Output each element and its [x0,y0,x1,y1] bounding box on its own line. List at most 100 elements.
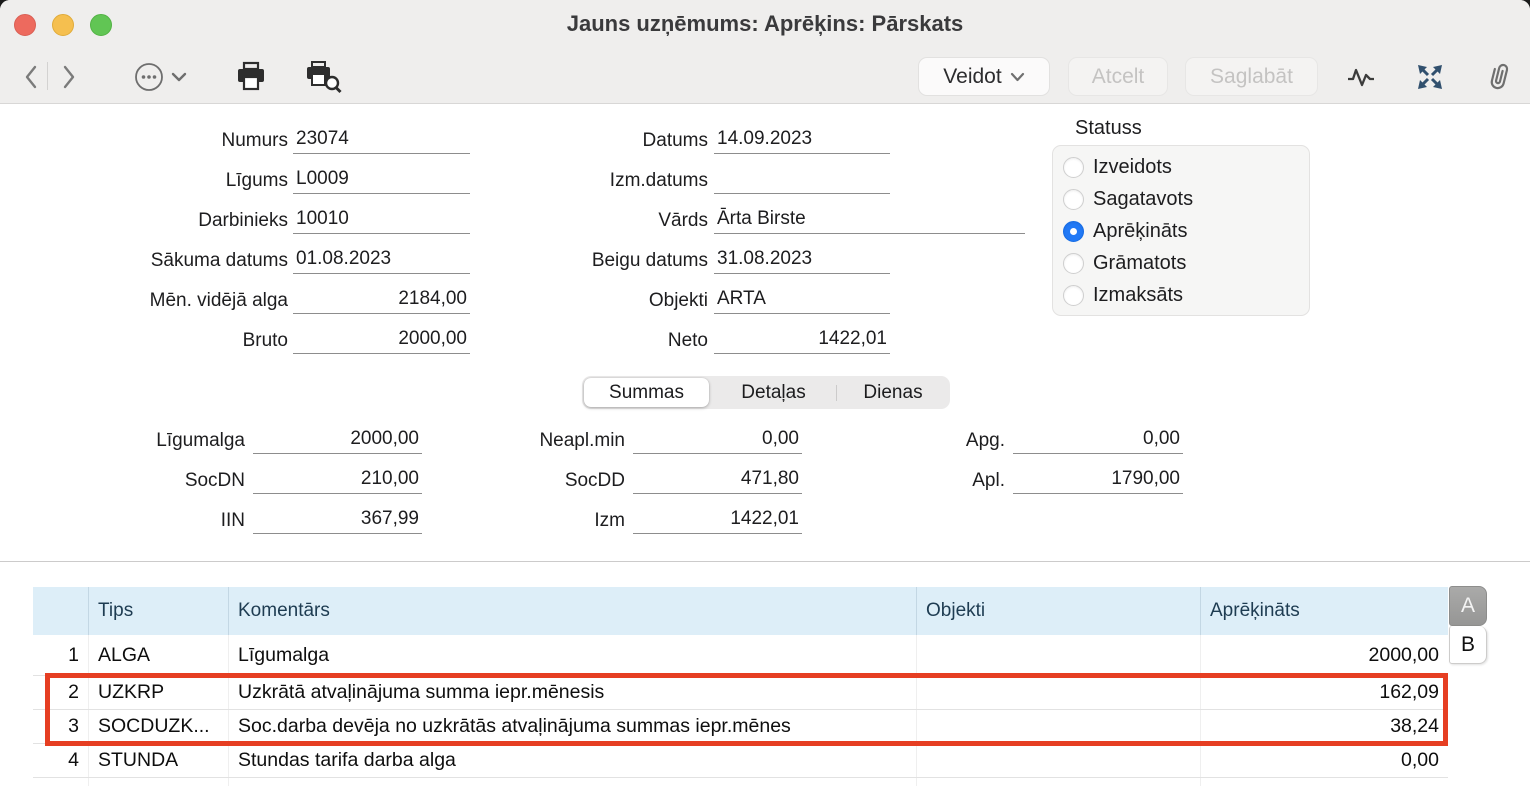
field-label-apl: Apl. [855,470,1005,494]
cell-aprekinats[interactable]: 0,00 [1200,744,1448,777]
tab-dienas[interactable]: Dienas [837,378,949,407]
status-option-sagatavots[interactable]: Sagatavots [1063,187,1193,211]
status-option-aprekinats[interactable]: Aprēķināts [1063,219,1188,243]
table-header-row: Tips Komentārs Objekti Aprēķināts [33,587,1448,635]
table-row[interactable]: 1 ALGA Līgumalga 2000,00 [33,635,1448,676]
row-number [33,778,88,786]
flip-tab-a[interactable]: A [1449,586,1487,626]
attachments-button[interactable] [1482,58,1514,96]
print-preview-button[interactable] [302,58,344,96]
expand-button[interactable] [1414,58,1446,96]
cell-aprekinats[interactable]: 2000,00 [1200,635,1448,675]
table-row-highlighted[interactable]: 3 SOCDUZK... Soc.darba devēja no uzkrātā… [33,710,1448,744]
section-separator [0,561,1530,562]
cell-objekti[interactable] [916,635,1200,675]
objekti-field[interactable]: ARTA [714,288,890,314]
header-objekti: Objekti [916,587,1200,635]
printer-icon [235,61,267,93]
radio-label: Aprēķināts [1093,220,1188,243]
cell-komentars[interactable]: Uzkrātā atvaļinājuma summa iepr.mēnesis [228,676,916,709]
field-label-socdd: SocDD [475,470,625,494]
cell-aprekinats[interactable]: 162,09 [1200,676,1448,709]
header-tips: Tips [88,587,228,635]
field-label-beigu-datums: Beigu datums [476,250,708,274]
tab-detalas[interactable]: Detaļas [711,378,836,407]
neto-field[interactable]: 1422,01 [714,328,890,354]
forward-button[interactable] [56,58,82,96]
activity-button[interactable] [1345,58,1377,96]
titlebar: Jauns uzņēmums: Aprēķins: Pārskats [0,0,1530,104]
create-button[interactable]: Veidot [918,57,1050,96]
cell-objekti[interactable] [916,778,1200,786]
apl-field[interactable]: 1790,00 [1013,468,1183,494]
save-button[interactable]: Saglabāt [1185,57,1318,96]
cell-komentars[interactable] [228,778,916,786]
back-button[interactable] [18,58,44,96]
flip-tab-b[interactable]: B [1449,626,1487,664]
row-number: 3 [33,710,88,743]
save-button-label: Saglabāt [1210,65,1293,89]
neapl-min-field[interactable]: 0,00 [633,428,802,454]
table-row[interactable]: 4 STUNDA Stundas tarifa darba alga 0,00 [33,744,1448,778]
field-label-objekti: Objekti [476,290,708,314]
field-label-ligumalga: Līgumalga [95,430,245,454]
window-title: Jauns uzņēmums: Aprēķins: Pārskats [0,11,1530,37]
record-menu-button[interactable] [132,58,194,96]
radio-aprekinats-selected[interactable] [1063,221,1084,242]
cell-tips[interactable]: UZKRP [88,676,228,709]
cell-objekti[interactable] [916,744,1200,777]
field-label-sakuma-datums: Sākuma datums [56,250,288,274]
print-button[interactable] [234,58,268,96]
iin-field[interactable]: 367,99 [253,508,422,534]
cell-tips[interactable]: SOCDUZK... [88,710,228,743]
status-option-gramatots[interactable]: Grāmatots [1063,251,1186,275]
back-chevron-icon [23,64,39,90]
field-label-apg: Apg. [855,430,1005,454]
socdn-field[interactable]: 210,00 [253,468,422,494]
men-videja-alga-field[interactable]: 2184,00 [293,288,470,314]
sakuma-datums-field[interactable]: 01.08.2023 [293,248,470,274]
vards-field[interactable]: Ārta Birste [714,208,1025,234]
radio-label: Sagatavots [1093,188,1193,211]
radio-sagatavots[interactable] [1063,189,1084,210]
status-option-izmaksats[interactable]: Izmaksāts [1063,283,1183,307]
cell-komentars[interactable]: Stundas tarifa darba alga [228,744,916,777]
cell-objekti[interactable] [916,676,1200,709]
cell-aprekinats[interactable] [1200,778,1448,786]
izm-field[interactable]: 1422,01 [633,508,802,534]
cell-komentars[interactable]: Līgumalga [228,635,916,675]
izm-datums-field[interactable] [714,168,890,194]
field-label-bruto: Bruto [56,330,288,354]
datums-field[interactable]: 14.09.2023 [714,128,890,154]
field-label-ligums: Līgums [56,170,288,194]
field-label-men-videja-alga: Mēn. vidējā alga [56,290,288,314]
bruto-field[interactable]: 2000,00 [293,328,470,354]
cancel-button-label: Atcelt [1092,65,1145,89]
cell-aprekinats[interactable]: 38,24 [1200,710,1448,743]
tab-summas[interactable]: Summas [584,378,709,407]
numurs-field[interactable]: 23074 [293,128,470,154]
toolbar-divider [47,62,48,90]
ligumalga-field[interactable]: 2000,00 [253,428,422,454]
ligums-field[interactable]: L0009 [293,168,470,194]
paperclip-icon [1484,61,1512,93]
cell-komentars[interactable]: Soc.darba devēja no uzkrātās atvaļinājum… [228,710,916,743]
cancel-button[interactable]: Atcelt [1068,57,1168,96]
field-label-darbinieks: Darbinieks [56,210,288,234]
radio-gramatots[interactable] [1063,253,1084,274]
beigu-datums-field[interactable]: 31.08.2023 [714,248,890,274]
cell-objekti[interactable] [916,710,1200,743]
status-option-izveidots[interactable]: Izveidots [1063,155,1172,179]
activity-waveform-icon [1346,64,1376,90]
radio-izmaksats[interactable] [1063,285,1084,306]
socdd-field[interactable]: 471,80 [633,468,802,494]
table-row-highlighted[interactable]: 2 UZKRP Uzkrātā atvaļinājuma summa iepr.… [33,676,1448,710]
cell-tips[interactable] [88,778,228,786]
table-row-partial[interactable] [33,778,1448,786]
darbinieks-field[interactable]: 10010 [293,208,470,234]
cell-tips[interactable]: STUNDA [88,744,228,777]
rows-table: Tips Komentārs Objekti Aprēķināts 1 ALGA… [33,587,1448,786]
cell-tips[interactable]: ALGA [88,635,228,675]
radio-izveidots[interactable] [1063,157,1084,178]
apg-field[interactable]: 0,00 [1013,428,1183,454]
